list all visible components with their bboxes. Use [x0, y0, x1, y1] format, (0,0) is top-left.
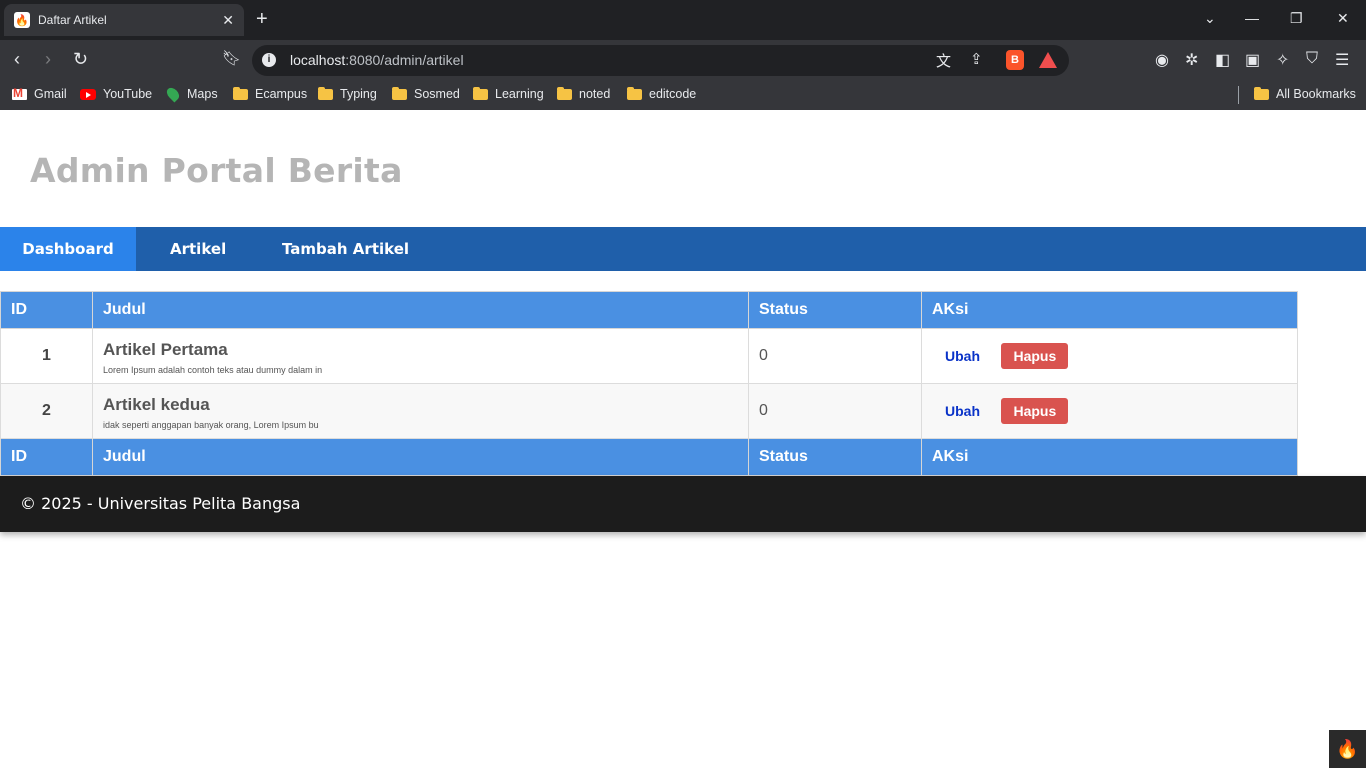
reload-icon[interactable]: ↻: [73, 49, 88, 69]
site-footer: © 2025 - Universitas Pelita Bangsa: [0, 476, 1366, 532]
cell-id: 2: [0, 383, 93, 439]
bookmark-folder-sosmed[interactable]: Sosmed: [392, 86, 460, 101]
bookmark-folder-typing[interactable]: Typing: [318, 86, 377, 101]
folder-icon: [1254, 86, 1269, 100]
column-header-status: Status: [748, 291, 922, 329]
minimize-icon[interactable]: —: [1245, 10, 1259, 26]
youtube-icon: [80, 88, 96, 100]
cell-status: 0: [748, 383, 922, 439]
brave-rewards-icon[interactable]: [1039, 52, 1057, 68]
tab-search-chevron-icon[interactable]: ⌄: [1204, 10, 1216, 27]
bookmark-folder-noted[interactable]: noted: [557, 86, 610, 101]
folder-icon: [392, 86, 407, 100]
bookmarks-divider: [1238, 86, 1239, 104]
delete-button[interactable]: Hapus: [1001, 398, 1069, 424]
browser-tab[interactable]: 🔥 Daftar Artikel ✕: [4, 4, 244, 36]
maps-icon: [164, 85, 182, 103]
share-icon[interactable]: ⇪: [970, 50, 983, 68]
close-window-icon[interactable]: ✕: [1337, 10, 1349, 27]
delete-button[interactable]: Hapus: [1001, 343, 1069, 369]
codeigniter-favicon-icon: 🔥: [14, 12, 30, 28]
articles-table: ID Judul Status AKsi 1 Artikel Pertama L…: [0, 291, 1298, 476]
column-header-aksi: AKsi: [921, 291, 1298, 329]
bookmark-folder-learning[interactable]: Learning: [473, 86, 544, 101]
cell-judul: Artikel kedua idak seperti anggapan bany…: [92, 383, 749, 439]
leo-ai-icon[interactable]: ✧: [1276, 50, 1289, 70]
url-text[interactable]: localhost:8080/admin/artikel: [290, 52, 464, 68]
footer-header-status: Status: [748, 438, 922, 476]
tab-close-icon[interactable]: ✕: [222, 12, 234, 29]
camera-icon[interactable]: ◉: [1155, 50, 1169, 70]
site-title: Admin Portal Berita: [30, 151, 403, 190]
nav-artikel[interactable]: Artikel: [170, 227, 226, 271]
edit-button[interactable]: Ubah: [945, 403, 980, 419]
cell-aksi: Ubah Hapus: [921, 383, 1298, 439]
cell-aksi: Ubah Hapus: [921, 328, 1298, 384]
cell-id: 1: [0, 328, 93, 384]
extensions-icon[interactable]: ✲: [1185, 50, 1198, 70]
browser-tabbar: 🔥 Daftar Artikel ✕ + ⌄ — ❐ ✕: [0, 0, 1366, 40]
address-bar[interactable]: i localhost:8080/admin/artikel 文 ⇪ B: [252, 45, 1069, 76]
footer-header-judul: Judul: [92, 438, 749, 476]
article-excerpt: Lorem Ipsum adalah contoh teks atau dumm…: [103, 364, 323, 375]
forward-icon[interactable]: ›: [45, 49, 51, 69]
folder-icon: [627, 86, 642, 100]
article-title: Artikel kedua: [103, 394, 210, 414]
table-header-row: ID Judul Status AKsi: [0, 291, 1298, 329]
bookmark-youtube[interactable]: YouTube: [80, 87, 152, 101]
table-footer-row: ID Judul Status AKsi: [0, 438, 1298, 476]
restore-icon[interactable]: ❐: [1290, 10, 1303, 27]
article-excerpt: idak seperti anggapan banyak orang, Lore…: [103, 419, 319, 430]
edit-button[interactable]: Ubah: [945, 348, 980, 364]
bookmark-maps[interactable]: Maps: [164, 85, 218, 103]
bookmarks-bar: Gmail YouTube Maps Ecampus Typing Sosmed…: [0, 80, 1366, 110]
footer-header-id: ID: [0, 438, 93, 476]
brave-shields-icon[interactable]: B: [1006, 50, 1024, 70]
table-row: 1 Artikel Pertama Lorem Ipsum adalah con…: [0, 328, 1298, 384]
bookmark-page-icon[interactable]: 🔖︎: [222, 49, 241, 69]
vpn-icon[interactable]: ⛉: [1306, 50, 1318, 68]
main-nav: Dashboard Artikel Tambah Artikel: [0, 227, 1366, 271]
wallet-icon[interactable]: ▣: [1245, 50, 1260, 70]
nav-tambah-artikel[interactable]: Tambah Artikel: [282, 227, 409, 271]
tab-title: Daftar Artikel: [38, 13, 107, 27]
bookmark-gmail[interactable]: Gmail: [12, 86, 67, 101]
gmail-icon: [12, 86, 27, 100]
bookmark-folder-ecampus[interactable]: Ecampus: [233, 86, 307, 101]
new-tab-button[interactable]: +: [256, 8, 268, 30]
sidebar-icon[interactable]: ◧: [1215, 50, 1230, 70]
translate-icon[interactable]: 文: [936, 50, 951, 71]
debug-toolbar-icon[interactable]: 🔥: [1329, 730, 1366, 768]
folder-icon: [233, 86, 248, 100]
folder-icon: [318, 86, 333, 100]
back-icon[interactable]: ‹: [14, 49, 20, 69]
folder-icon: [473, 86, 488, 100]
nav-dashboard[interactable]: Dashboard: [0, 227, 136, 271]
footer-header-aksi: AKsi: [921, 438, 1298, 476]
column-header-judul: Judul: [92, 291, 749, 329]
table-row: 2 Artikel kedua idak seperti anggapan ba…: [0, 383, 1298, 439]
site-info-icon[interactable]: i: [262, 53, 276, 67]
cell-judul: Artikel Pertama Lorem Ipsum adalah conto…: [92, 328, 749, 384]
page-content: Admin Portal Berita Dashboard Artikel Ta…: [0, 115, 1366, 768]
menu-icon[interactable]: ☰: [1335, 50, 1349, 70]
column-header-id: ID: [0, 291, 93, 329]
all-bookmarks-folder[interactable]: All Bookmarks: [1254, 86, 1356, 101]
bookmark-folder-editcode[interactable]: editcode: [627, 86, 696, 101]
article-title: Artikel Pertama: [103, 339, 228, 359]
folder-icon: [557, 86, 572, 100]
cell-status: 0: [748, 328, 922, 384]
